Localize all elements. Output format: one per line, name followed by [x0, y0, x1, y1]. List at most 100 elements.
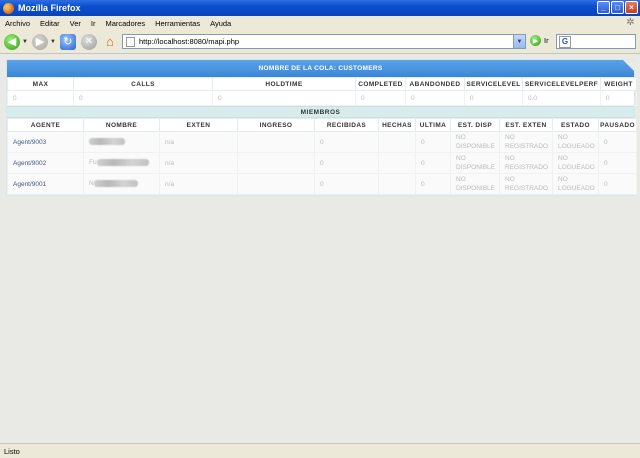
member-recibidas: 0	[314, 152, 379, 174]
menu-ir[interactable]: Ir	[86, 19, 101, 28]
agent-id[interactable]: Agent/9002	[7, 152, 84, 174]
member-row: Agent/9001 N n/a 0 0 NO DISPONIBLE NO REGI…	[7, 173, 637, 195]
queue-title-text: NOMBRE DE LA COLA: CUSTOMERS	[258, 65, 383, 72]
redacted-name	[96, 159, 149, 167]
back-dropdown-icon[interactable]: ▼	[22, 39, 28, 45]
back-button[interactable]: ◀	[3, 33, 21, 51]
member-ingreso	[237, 173, 315, 195]
col-est-exten: EST. EXTEN	[499, 118, 553, 132]
estado-line2: LOGUEADO	[558, 143, 595, 150]
est-disp-line2: DISPONIBLE	[456, 185, 496, 192]
member-estado: NO LOGUEADO	[552, 173, 599, 195]
member-pausado: 0	[598, 131, 637, 153]
est-exten-line2: REGISTRADO	[505, 185, 548, 192]
est-disp-line1: NO	[456, 176, 466, 183]
redacted-name	[93, 180, 138, 188]
forward-button[interactable]: ▶	[31, 33, 49, 51]
members-table: AGENTE NOMBRE EXTEN INGRESO RECIBIDAS HE…	[7, 118, 637, 195]
back-arrow-icon: ◀	[4, 33, 20, 50]
member-row: Agent/9002 Fu n/a 0 0 NO DISPONIBLE NO REG…	[7, 152, 637, 174]
stop-button[interactable]: ✕	[80, 33, 98, 51]
corner-decoration	[623, 60, 635, 72]
members-header-row: AGENTE NOMBRE EXTEN INGRESO RECIBIDAS HE…	[7, 118, 637, 132]
menu-ver[interactable]: Ver	[65, 19, 86, 28]
col-holdtime: HOLDTIME	[212, 77, 356, 91]
member-ultima: 0	[415, 152, 451, 174]
search-input[interactable]: G	[556, 34, 636, 49]
col-agente: AGENTE	[7, 118, 84, 132]
page-icon	[126, 36, 135, 47]
est-exten-line1: NO	[505, 155, 515, 162]
member-estado: NO LOGUEADO	[552, 131, 599, 153]
member-name: Fu	[83, 152, 160, 174]
est-disp-line1: NO	[456, 155, 466, 162]
est-exten-line2: REGISTRADO	[505, 143, 548, 150]
url-bar[interactable]: http://localhost:8080/mapi.php ▼	[122, 34, 526, 49]
member-pausado: 0	[598, 152, 637, 174]
menu-herramientas[interactable]: Herramientas	[150, 19, 205, 28]
forward-arrow-icon: ▶	[31, 33, 48, 50]
est-exten-line1: NO	[505, 176, 515, 183]
member-exten: n/a	[159, 173, 238, 195]
forward-dropdown-icon[interactable]: ▼	[50, 39, 56, 45]
agent-id[interactable]: Agent/9003	[7, 131, 84, 153]
est-disp-line2: DISPONIBLE	[456, 164, 496, 171]
stat-calls: 0	[73, 90, 213, 106]
col-servicelevel: SERVICELEVEL	[464, 77, 523, 91]
home-button[interactable]: ⌂	[101, 33, 119, 51]
queue-title: NOMBRE DE LA COLA: CUSTOMERS	[7, 60, 635, 77]
member-row: Agent/9003 n/a 0 0 NO DISPONIBLE NO REGIST…	[7, 131, 637, 153]
member-recibidas: 0	[314, 131, 379, 153]
est-exten-line1: NO	[505, 134, 515, 141]
maximize-button[interactable]: □	[611, 1, 624, 14]
queue-panel: NOMBRE DE LA COLA: CUSTOMERS MAX CALLS H…	[6, 59, 637, 196]
agent-id[interactable]: Agent/9001	[7, 173, 84, 195]
member-exten: n/a	[159, 131, 238, 153]
reload-button[interactable]: ↻	[59, 33, 77, 51]
member-hechas	[378, 131, 416, 153]
stats-value-row: 0 0 0 0 0 0 0.0 0	[7, 90, 637, 106]
google-search-icon[interactable]: G	[559, 35, 571, 48]
go-label: Ir	[544, 36, 549, 45]
stat-holdtime: 0	[212, 90, 356, 106]
close-button[interactable]: ×	[625, 1, 638, 14]
name-prefix: Fu	[89, 159, 97, 167]
col-estado: ESTADO	[552, 118, 599, 132]
navigation-toolbar: ◀ ▼ ▶ ▼ ↻ ✕ ⌂ http://localhost:8080/mapi…	[0, 30, 640, 54]
member-hechas	[378, 152, 416, 174]
col-exten: EXTEN	[159, 118, 238, 132]
menu-bar: Archivo Editar Ver Ir Marcadores Herrami…	[0, 16, 640, 30]
window-title-bar: Mozilla Firefox _ □ ×	[0, 0, 640, 16]
stat-abandonded: 0	[405, 90, 465, 106]
window-title: Mozilla Firefox	[18, 3, 81, 13]
col-ingreso: INGRESO	[237, 118, 315, 132]
go-button[interactable]: ▶ Ir	[530, 35, 549, 46]
stat-servicelevelperf: 0.0	[522, 90, 601, 106]
minimize-button[interactable]: _	[597, 1, 610, 14]
member-name: N	[83, 173, 160, 195]
url-text: http://localhost:8080/mapi.php	[139, 37, 240, 46]
name-prefix: N	[89, 180, 94, 188]
home-icon: ⌂	[105, 34, 114, 49]
col-servicelevelperf: SERVICELEVELPERF	[522, 77, 601, 91]
throbber-icon: ✲	[626, 17, 635, 28]
estado-line1: NO	[558, 134, 568, 141]
member-est-disp: NO DISPONIBLE	[450, 173, 500, 195]
status-text: Listo	[4, 446, 20, 456]
col-nombre: NOMBRE	[83, 118, 160, 132]
member-name	[83, 131, 160, 153]
menu-ayuda[interactable]: Ayuda	[205, 19, 236, 28]
stat-weight: 0	[600, 90, 637, 106]
go-icon: ▶	[530, 35, 541, 46]
est-exten-line2: REGISTRADO	[505, 164, 548, 171]
url-dropdown-icon[interactable]: ▼	[513, 35, 525, 48]
menu-editar[interactable]: Editar	[35, 19, 65, 28]
member-est-disp: NO DISPONIBLE	[450, 152, 500, 174]
stat-completed: 0	[355, 90, 406, 106]
member-ultima: 0	[415, 173, 451, 195]
col-calls: CALLS	[73, 77, 213, 91]
members-title: MIEMBROS	[7, 106, 634, 118]
menu-archivo[interactable]: Archivo	[0, 19, 35, 28]
menu-marcadores[interactable]: Marcadores	[100, 19, 150, 28]
estado-line1: NO	[558, 155, 568, 162]
